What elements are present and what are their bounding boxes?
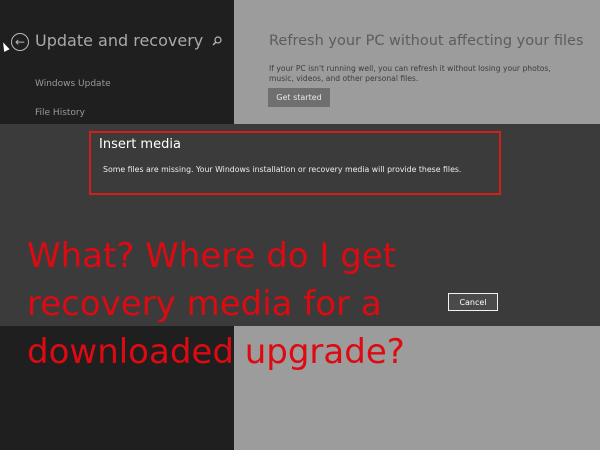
back-arrow-icon[interactable]: ←	[11, 33, 29, 51]
annotation-text: What? Where do I get recovery media for …	[27, 236, 405, 372]
dialog-message: Some files are missing. Your Windows ins…	[103, 165, 462, 174]
sidebar-item-file-history[interactable]: File History	[35, 108, 85, 118]
get-started-button[interactable]: Get started	[268, 88, 330, 107]
dialog-title: Insert media	[99, 137, 181, 152]
page-title: Update and recovery	[35, 31, 204, 50]
refresh-pc-heading: Refresh your PC without affecting your f…	[269, 33, 584, 49]
sidebar-item-windows-update[interactable]: Windows Update	[35, 79, 111, 89]
back-arrow-glyph: ←	[14, 35, 26, 49]
search-icon[interactable]	[212, 36, 222, 46]
refresh-pc-description: If your PC isn't running well, you can r…	[269, 64, 551, 83]
